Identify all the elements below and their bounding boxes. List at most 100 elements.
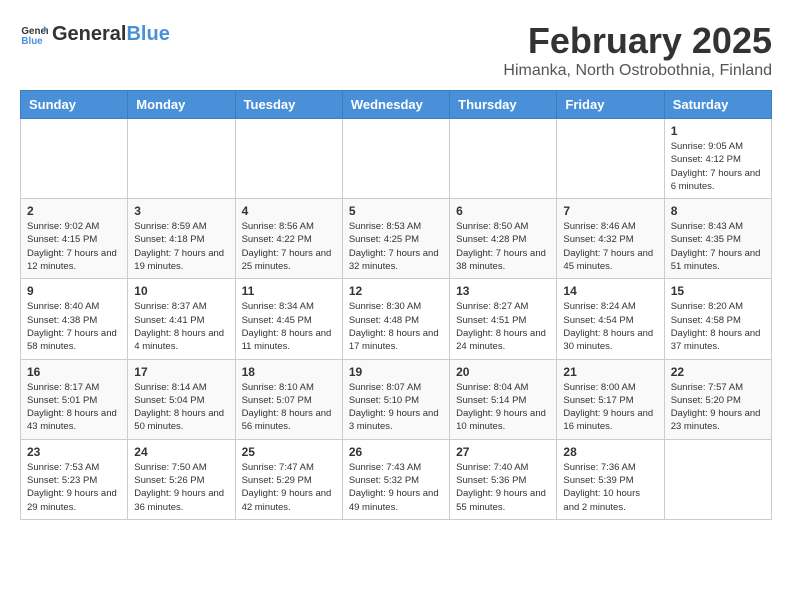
calendar-cell [664, 439, 771, 519]
calendar-cell: 9 Sunrise: 8:40 AM Sunset: 4:38 PM Daylig… [21, 279, 128, 359]
day-info: Sunrise: 8:27 AM Sunset: 4:51 PM Dayligh… [456, 300, 550, 353]
day-number: 13 [456, 284, 550, 298]
day-info: Sunrise: 8:14 AM Sunset: 5:04 PM Dayligh… [134, 381, 228, 434]
day-number: 26 [349, 445, 443, 459]
day-info: Sunrise: 8:04 AM Sunset: 5:14 PM Dayligh… [456, 381, 550, 434]
logo-blue: Blue [126, 23, 169, 45]
calendar-cell: 12 Sunrise: 8:30 AM Sunset: 4:48 PM Dayli… [342, 279, 449, 359]
calendar-cell: 7 Sunrise: 8:46 AM Sunset: 4:32 PM Daylig… [557, 199, 664, 279]
day-info: Sunrise: 7:50 AM Sunset: 5:26 PM Dayligh… [134, 461, 228, 514]
day-info: Sunrise: 9:05 AM Sunset: 4:12 PM Dayligh… [671, 140, 765, 193]
day-info: Sunrise: 7:36 AM Sunset: 5:39 PM Dayligh… [563, 461, 657, 514]
location-subtitle: Himanka, North Ostrobothnia, Finland [503, 62, 772, 80]
day-info: Sunrise: 8:00 AM Sunset: 5:17 PM Dayligh… [563, 381, 657, 434]
calendar-cell [342, 119, 449, 199]
calendar-cell [128, 119, 235, 199]
calendar-week-row: 16 Sunrise: 8:17 AM Sunset: 5:01 PM Dayli… [21, 359, 772, 439]
calendar-cell: 28Sunrise: 7:36 AM Sunset: 5:39 PM Dayli… [557, 439, 664, 519]
title-area: February 2025 Himanka, North Ostrobothni… [503, 20, 772, 80]
calendar-cell: 1 Sunrise: 9:05 AM Sunset: 4:12 PM Daylig… [664, 119, 771, 199]
day-number: 23 [27, 445, 121, 459]
calendar-cell: 6 Sunrise: 8:50 AM Sunset: 4:28 PM Daylig… [450, 199, 557, 279]
day-number: 15 [671, 284, 765, 298]
calendar-cell: 13 Sunrise: 8:27 AM Sunset: 4:51 PM Dayli… [450, 279, 557, 359]
calendar-cell: 19 Sunrise: 8:07 AM Sunset: 5:10 PM Dayli… [342, 359, 449, 439]
calendar-cell: 23Sunrise: 7:53 AM Sunset: 5:23 PM Dayli… [21, 439, 128, 519]
calendar-cell: 4 Sunrise: 8:56 AM Sunset: 4:22 PM Daylig… [235, 199, 342, 279]
day-info: Sunrise: 8:50 AM Sunset: 4:28 PM Dayligh… [456, 220, 550, 273]
day-info: Sunrise: 8:53 AM Sunset: 4:25 PM Dayligh… [349, 220, 443, 273]
calendar-cell [557, 119, 664, 199]
weekday-header-saturday: Saturday [664, 91, 771, 119]
logo-icon: General Blue [20, 20, 48, 48]
day-info: Sunrise: 8:59 AM Sunset: 4:18 PM Dayligh… [134, 220, 228, 273]
day-info: Sunrise: 8:46 AM Sunset: 4:32 PM Dayligh… [563, 220, 657, 273]
day-number: 10 [134, 284, 228, 298]
weekday-header-wednesday: Wednesday [342, 91, 449, 119]
header: General Blue GeneralBlue February 2025 H… [20, 20, 772, 80]
calendar-cell: 5 Sunrise: 8:53 AM Sunset: 4:25 PM Daylig… [342, 199, 449, 279]
calendar-week-row: 23Sunrise: 7:53 AM Sunset: 5:23 PM Dayli… [21, 439, 772, 519]
calendar-cell: 3Sunrise: 8:59 AM Sunset: 4:18 PM Daylig… [128, 199, 235, 279]
day-number: 8 [671, 204, 765, 218]
day-number: 1 [671, 124, 765, 138]
logo: General Blue GeneralBlue [20, 20, 170, 48]
day-info: Sunrise: 8:56 AM Sunset: 4:22 PM Dayligh… [242, 220, 336, 273]
calendar-week-row: 9 Sunrise: 8:40 AM Sunset: 4:38 PM Daylig… [21, 279, 772, 359]
day-info: Sunrise: 7:57 AM Sunset: 5:20 PM Dayligh… [671, 381, 765, 434]
day-number: 19 [349, 365, 443, 379]
day-info: Sunrise: 8:17 AM Sunset: 5:01 PM Dayligh… [27, 381, 121, 434]
day-number: 2 [27, 204, 121, 218]
calendar-cell: 27Sunrise: 7:40 AM Sunset: 5:36 PM Dayli… [450, 439, 557, 519]
calendar-table: SundayMondayTuesdayWednesdayThursdayFrid… [20, 90, 772, 520]
weekday-header-monday: Monday [128, 91, 235, 119]
logo-general: General [52, 23, 126, 45]
calendar-cell: 20 Sunrise: 8:04 AM Sunset: 5:14 PM Dayli… [450, 359, 557, 439]
day-info: Sunrise: 8:40 AM Sunset: 4:38 PM Dayligh… [27, 300, 121, 353]
day-number: 6 [456, 204, 550, 218]
calendar-cell: 17Sunrise: 8:14 AM Sunset: 5:04 PM Dayli… [128, 359, 235, 439]
calendar-cell: 8 Sunrise: 8:43 AM Sunset: 4:35 PM Daylig… [664, 199, 771, 279]
calendar-week-row: 1 Sunrise: 9:05 AM Sunset: 4:12 PM Daylig… [21, 119, 772, 199]
day-number: 4 [242, 204, 336, 218]
day-number: 16 [27, 365, 121, 379]
weekday-header-tuesday: Tuesday [235, 91, 342, 119]
calendar-cell: 16 Sunrise: 8:17 AM Sunset: 5:01 PM Dayli… [21, 359, 128, 439]
day-number: 21 [563, 365, 657, 379]
day-info: Sunrise: 8:37 AM Sunset: 4:41 PM Dayligh… [134, 300, 228, 353]
calendar-cell [21, 119, 128, 199]
day-number: 12 [349, 284, 443, 298]
calendar-cell: 11Sunrise: 8:34 AM Sunset: 4:45 PM Dayli… [235, 279, 342, 359]
month-title: February 2025 [503, 20, 772, 62]
day-info: Sunrise: 8:43 AM Sunset: 4:35 PM Dayligh… [671, 220, 765, 273]
calendar-cell: 14 Sunrise: 8:24 AM Sunset: 4:54 PM Dayli… [557, 279, 664, 359]
day-number: 14 [563, 284, 657, 298]
day-number: 7 [563, 204, 657, 218]
weekday-header-sunday: Sunday [21, 91, 128, 119]
day-info: Sunrise: 7:47 AM Sunset: 5:29 PM Dayligh… [242, 461, 336, 514]
svg-text:Blue: Blue [21, 36, 43, 47]
day-info: Sunrise: 7:43 AM Sunset: 5:32 PM Dayligh… [349, 461, 443, 514]
day-info: Sunrise: 8:24 AM Sunset: 4:54 PM Dayligh… [563, 300, 657, 353]
day-number: 20 [456, 365, 550, 379]
calendar-cell: 18 Sunrise: 8:10 AM Sunset: 5:07 PM Dayli… [235, 359, 342, 439]
day-number: 18 [242, 365, 336, 379]
day-number: 5 [349, 204, 443, 218]
day-number: 11 [242, 284, 336, 298]
day-info: Sunrise: 8:20 AM Sunset: 4:58 PM Dayligh… [671, 300, 765, 353]
day-info: Sunrise: 7:40 AM Sunset: 5:36 PM Dayligh… [456, 461, 550, 514]
calendar-cell: 2 Sunrise: 9:02 AM Sunset: 4:15 PM Daylig… [21, 199, 128, 279]
calendar-cell: 24 Sunrise: 7:50 AM Sunset: 5:26 PM Dayli… [128, 439, 235, 519]
day-number: 9 [27, 284, 121, 298]
day-number: 24 [134, 445, 228, 459]
day-info: Sunrise: 8:30 AM Sunset: 4:48 PM Dayligh… [349, 300, 443, 353]
day-info: Sunrise: 8:10 AM Sunset: 5:07 PM Dayligh… [242, 381, 336, 434]
day-info: Sunrise: 9:02 AM Sunset: 4:15 PM Dayligh… [27, 220, 121, 273]
calendar-cell: 21 Sunrise: 8:00 AM Sunset: 5:17 PM Dayli… [557, 359, 664, 439]
calendar-cell: 22Sunrise: 7:57 AM Sunset: 5:20 PM Dayli… [664, 359, 771, 439]
calendar-week-row: 2 Sunrise: 9:02 AM Sunset: 4:15 PM Daylig… [21, 199, 772, 279]
calendar-cell [235, 119, 342, 199]
day-info: Sunrise: 8:07 AM Sunset: 5:10 PM Dayligh… [349, 381, 443, 434]
weekday-header-row: SundayMondayTuesdayWednesdayThursdayFrid… [21, 91, 772, 119]
weekday-header-thursday: Thursday [450, 91, 557, 119]
